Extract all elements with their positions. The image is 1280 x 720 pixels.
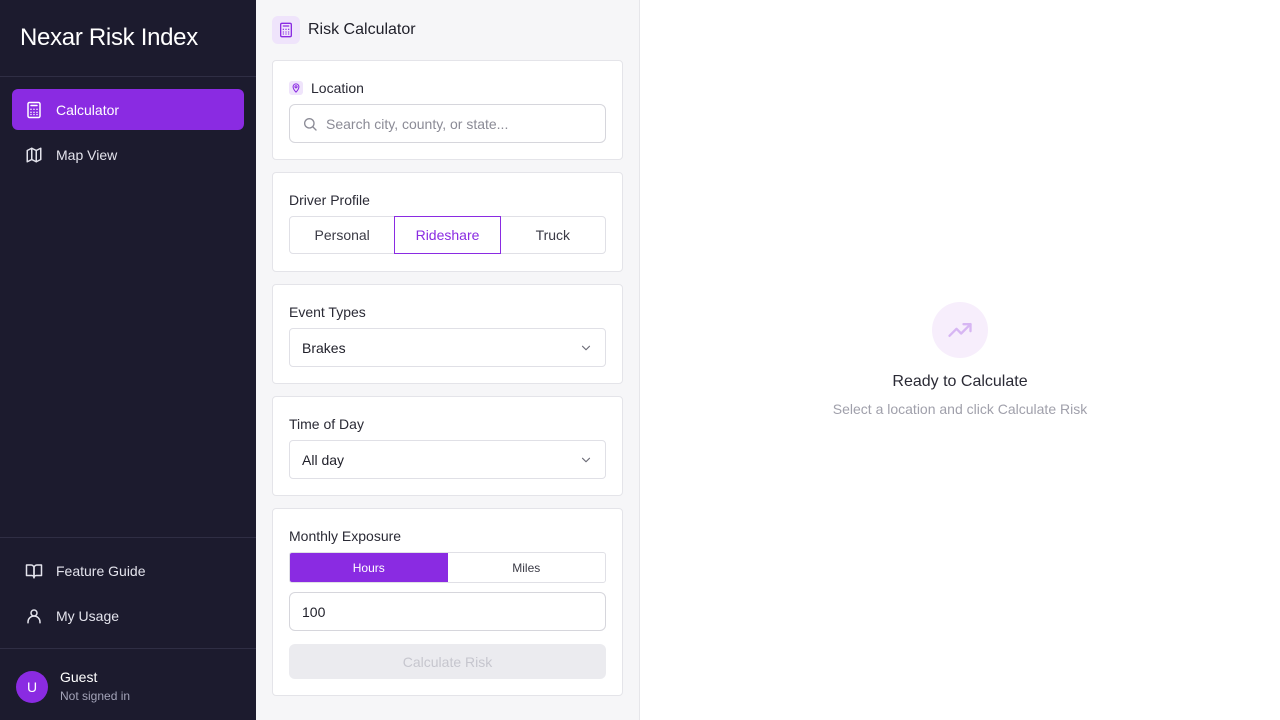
location-pin-icon [289, 81, 303, 95]
driver-profile-selector: Personal Rideshare Truck [289, 216, 606, 254]
sidebar: Nexar Risk Index Calculator Map View Fea… [0, 0, 256, 720]
exposure-unit-hours[interactable]: Hours [290, 553, 448, 582]
user-profile[interactable]: U Guest Not signed in [16, 669, 130, 704]
calculator-icon [24, 100, 44, 120]
event-types-label: Event Types [289, 304, 366, 320]
chevron-down-icon [579, 453, 593, 467]
sidebar-item-label: Feature Guide [56, 562, 146, 579]
monthly-exposure-label: Monthly Exposure [289, 528, 402, 544]
driver-profile-card: Driver Profile Personal Rideshare Truck [272, 172, 623, 272]
user-icon [24, 606, 44, 626]
sidebar-item-calculator[interactable]: Calculator [12, 89, 244, 130]
event-types-card: Event Types Brakes [272, 284, 623, 384]
book-icon [24, 561, 44, 581]
calculate-risk-button[interactable]: Calculate Risk [289, 644, 606, 679]
event-types-value: Brakes [302, 339, 346, 356]
results-area: Ready to Calculate Select a location and… [640, 0, 1280, 720]
time-of-day-card: Time of Day All day [272, 396, 623, 496]
exposure-value-input[interactable] [289, 592, 606, 631]
empty-state-title: Ready to Calculate [892, 373, 1028, 390]
location-search[interactable] [289, 104, 606, 143]
map-icon [24, 145, 44, 165]
user-info: Guest Not signed in [60, 669, 130, 704]
avatar: U [16, 670, 48, 703]
driver-profile-rideshare[interactable]: Rideshare [394, 216, 501, 254]
sidebar-item-label: My Usage [56, 607, 120, 624]
brand-title: Nexar Risk Index [20, 24, 198, 51]
exposure-unit-miles[interactable]: Miles [448, 553, 606, 582]
exposure-unit-toggle: Hours Miles [289, 552, 606, 583]
sidebar-item-label: Calculator [56, 101, 120, 118]
time-of-day-select[interactable]: All day [289, 440, 606, 479]
sidebar-divider-bottom [0, 537, 256, 538]
driver-profile-truck[interactable]: Truck [501, 217, 605, 253]
user-status: Not signed in [60, 689, 131, 703]
calculator-icon [272, 16, 300, 44]
user-name: Guest [60, 669, 98, 685]
panel-header: Risk Calculator [272, 16, 416, 44]
sidebar-item-map-view[interactable]: Map View [12, 134, 244, 175]
search-input[interactable] [326, 115, 596, 132]
sidebar-item-label: Map View [56, 146, 118, 163]
sidebar-item-my-usage[interactable]: My Usage [12, 595, 244, 636]
monthly-exposure-card: Monthly Exposure Hours Miles Calculate R… [272, 508, 623, 696]
event-types-select[interactable]: Brakes [289, 328, 606, 367]
location-label: Location [289, 80, 364, 96]
time-of-day-label: Time of Day [289, 416, 364, 432]
search-icon [302, 116, 318, 132]
time-of-day-value: All day [302, 451, 345, 468]
location-card: Location [272, 60, 623, 160]
driver-profile-label: Driver Profile [289, 192, 370, 208]
sidebar-divider-user [0, 648, 256, 649]
sidebar-divider-top [0, 76, 256, 77]
sidebar-item-feature-guide[interactable]: Feature Guide [12, 550, 244, 591]
location-label-text: Location [311, 80, 364, 96]
chevron-down-icon [579, 341, 593, 355]
calculator-panel: Risk Calculator Location Driver Profile … [256, 0, 640, 720]
trending-up-icon [932, 302, 988, 358]
page-title: Risk Calculator [308, 21, 416, 38]
empty-state-subtitle: Select a location and click Calculate Ri… [832, 401, 1088, 417]
driver-profile-personal[interactable]: Personal [290, 217, 394, 253]
